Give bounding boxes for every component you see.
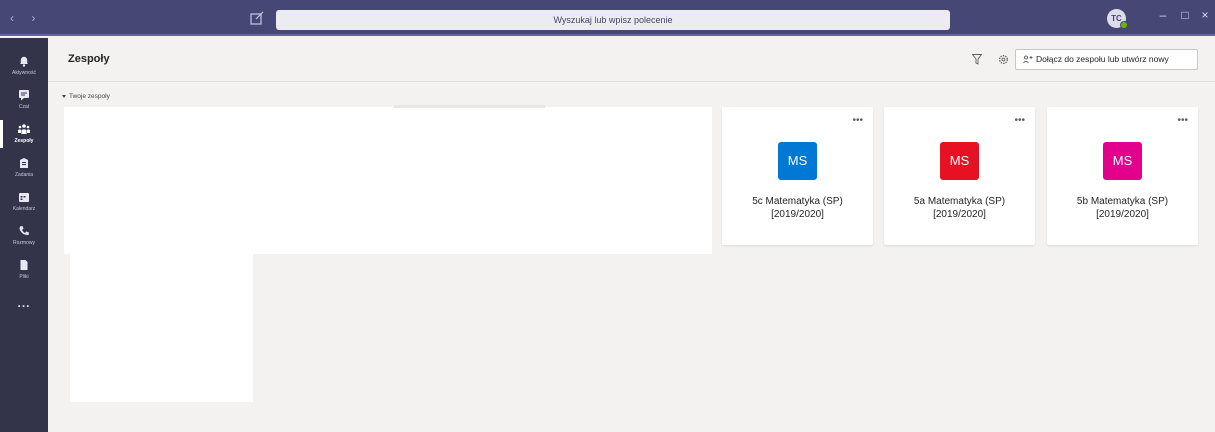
minimize-button[interactable]: – [1156, 8, 1170, 22]
section-label: Twoje zespoły [69, 93, 110, 100]
join-button-label: Dołącz do zespołu lub utwórz nowy [1036, 54, 1169, 64]
your-teams-section-toggle[interactable]: Twoje zespoły [62, 93, 110, 100]
team-avatar-tile: MS [778, 142, 817, 180]
app-bar: Aktywność Czat Zespoły Zadania Kalendarz… [0, 38, 48, 432]
more-options-icon[interactable]: ••• [1014, 115, 1025, 126]
join-or-create-team-button[interactable]: Dołącz do zespołu lub utwórz nowy [1015, 49, 1198, 70]
team-avatar-tile: MS [1103, 142, 1142, 180]
page-title: Zespoły [68, 53, 110, 65]
back-forward-arrows[interactable]: ‹ › [10, 11, 42, 25]
team-avatar-tile: MS [940, 142, 979, 180]
appbar-item-calls[interactable]: Rozmowy [0, 220, 48, 256]
team-card-5a[interactable]: ••• MS 5a Matematyka (SP) [2019/2020] [884, 107, 1035, 245]
gear-icon[interactable] [998, 54, 1009, 65]
redacted-teams-area [64, 107, 712, 254]
more-options-icon[interactable]: ••• [852, 115, 863, 126]
appbar-item-teams[interactable]: Zespoły [0, 118, 48, 154]
appbar-item-assignments[interactable]: Zadania [0, 152, 48, 188]
new-chat-icon[interactable] [248, 9, 266, 27]
appbar-item-files[interactable]: Pliki [0, 254, 48, 290]
phone-icon [19, 226, 29, 236]
appbar-item-calendar[interactable]: Kalendarz [0, 186, 48, 222]
team-name: 5a Matematyka (SP) [2019/2020] [913, 196, 1006, 220]
files-icon [20, 260, 28, 270]
caret-down-icon [62, 94, 66, 98]
appbar-item-chat[interactable]: Czat [0, 84, 48, 120]
filter-icon[interactable] [972, 54, 982, 65]
calendar-icon [19, 193, 29, 202]
title-bar: ‹ › Wyszukaj lub wpisz polecenie TC – □ … [0, 0, 1215, 36]
close-button[interactable]: × [1198, 8, 1212, 22]
assignments-icon [20, 158, 28, 168]
bell-icon [20, 56, 28, 67]
maximize-button[interactable]: □ [1178, 8, 1192, 22]
team-name: 5b Matematyka (SP) [2019/2020] [1076, 196, 1169, 220]
team-card-5c[interactable]: ••• MS 5c Matematyka (SP) [2019/2020] [722, 107, 873, 245]
appbar-item-activity[interactable]: Aktywność [0, 50, 48, 86]
redacted-team-card [70, 254, 253, 402]
team-card-5b[interactable]: ••• MS 5b Matematyka (SP) [2019/2020] [1047, 107, 1198, 245]
presence-status-icon [1120, 21, 1128, 29]
more-options-icon[interactable]: ••• [1177, 115, 1188, 126]
redacted-card-edge [394, 105, 545, 108]
teams-icon [18, 124, 30, 134]
teams-header: Zespoły Dołącz do zespołu lub utwórz now… [48, 38, 1215, 82]
search-input[interactable]: Wyszukaj lub wpisz polecenie [276, 10, 950, 30]
add-team-icon [1023, 55, 1033, 64]
more-apps-button[interactable]: ... [0, 296, 48, 310]
chat-icon [19, 90, 29, 101]
team-name: 5c Matematyka (SP) [2019/2020] [752, 196, 843, 220]
